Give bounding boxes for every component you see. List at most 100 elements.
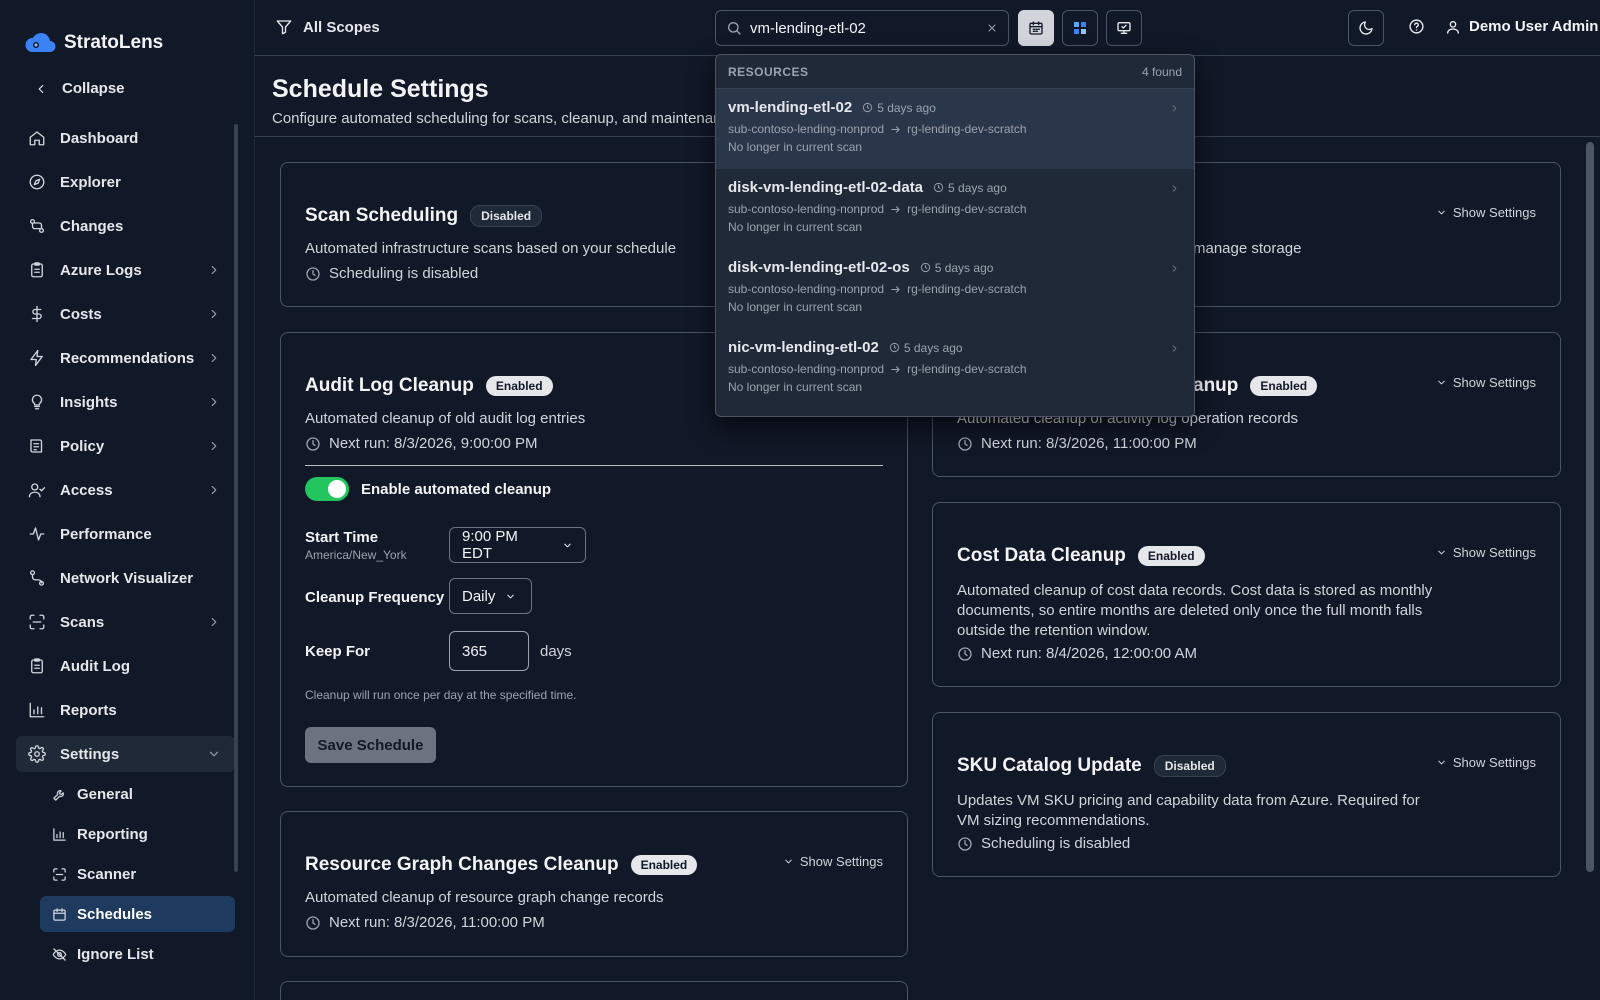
clear-search-icon[interactable]	[986, 22, 998, 34]
card-header: Audit Log Cleanup Enabled	[305, 375, 553, 397]
show-settings-button[interactable]: Show Settings	[1436, 545, 1536, 560]
result-age-text: 5 days ago	[903, 340, 963, 355]
next-run-text: Next run: 8/3/2026, 11:00:00 PM	[981, 435, 1197, 452]
sidebar-item-changes[interactable]: Changes	[16, 208, 235, 244]
sidebar-item-label: Performance	[60, 525, 152, 543]
show-settings-button[interactable]: Show Settings	[1436, 375, 1536, 390]
sidebar-scrollbar[interactable]	[234, 124, 238, 872]
sidebar-item-dashboard[interactable]: Dashboard	[16, 120, 235, 156]
result-name: disk-vm-lending-etl-02-data	[728, 179, 924, 196]
sidebar-item-access[interactable]: Access	[16, 472, 235, 508]
user-check-icon	[28, 483, 46, 498]
card-description: Automated infrastructure scans based on …	[305, 240, 677, 257]
scan-icon	[29, 614, 45, 630]
chevron-down-icon	[507, 594, 515, 598]
display-mode-button[interactable]	[1106, 10, 1142, 46]
theme-toggle-button[interactable]	[1348, 10, 1384, 46]
card-header: SKU Catalog Update Disabled	[957, 755, 1226, 777]
help-button[interactable]	[1408, 18, 1425, 35]
keep-for-label: Keep For	[305, 643, 371, 660]
calendar-icon	[1029, 21, 1043, 35]
azure-portal-button[interactable]	[1062, 10, 1098, 46]
sidebar-item-label: Costs	[60, 305, 102, 323]
sidebar-item-insights[interactable]: Insights	[16, 384, 235, 420]
clock-icon	[920, 262, 930, 273]
show-settings-label: Show Settings	[799, 854, 883, 869]
result-age-text: 5 days ago	[877, 100, 936, 115]
sidebar-item-settings[interactable]: Settings	[16, 736, 235, 772]
result-subscription: sub-contoso-lending-nonprod	[728, 122, 885, 136]
show-settings-button[interactable]: Show Settings	[1436, 755, 1536, 770]
chevron-right-icon	[211, 485, 217, 495]
sidebar-item-performance[interactable]: Performance	[16, 516, 235, 552]
result-name: nic-vm-lending-etl-02	[728, 339, 879, 356]
sidebar-subitem-label: Scanner	[77, 865, 137, 883]
next-run-text: Next run: 8/3/2026, 9:00:00 PM	[329, 435, 538, 452]
sidebar-item-label: Reports	[60, 701, 117, 719]
user-menu-button[interactable]: Demo User Admin	[1445, 18, 1598, 35]
result-subscription: sub-contoso-lending-nonprod	[728, 282, 885, 296]
sidebar-item-network-visualizer[interactable]: Network Visualizer	[16, 560, 235, 596]
calendar-view-button[interactable]	[1018, 10, 1054, 46]
sidebar-subitem-scanner[interactable]: Scanner	[40, 856, 235, 892]
card-description: Automated cleanup of resource graph chan…	[305, 889, 664, 906]
main-scrollbar[interactable]	[1586, 142, 1594, 872]
toggle-knob	[328, 480, 346, 498]
sidebar: StratoLens Collapse Dashboard Explorer C…	[0, 0, 255, 1000]
show-settings-button[interactable]: Show Settings	[783, 854, 883, 869]
card-title: Audit Log Cleanup	[305, 375, 474, 396]
result-path: sub-contoso-lending-nonprod rg-lending-d…	[728, 202, 1182, 216]
sidebar-subitem-general[interactable]: General	[40, 776, 235, 812]
scope-filter-button[interactable]: All Scopes	[275, 18, 380, 36]
sidebar-item-recommendations[interactable]: Recommendations	[16, 340, 235, 376]
route-icon	[29, 570, 45, 586]
enable-cleanup-label: Enable automated cleanup	[361, 480, 552, 498]
sidebar-subitem-ignore-list[interactable]: Ignore List	[40, 936, 235, 972]
start-time-select[interactable]: 9:00 PM EDT	[449, 527, 586, 563]
chevron-right-icon	[1172, 185, 1177, 192]
start-time-value: 9:00 PM EDT	[462, 528, 518, 562]
chevron-left-icon	[38, 84, 44, 93]
sidebar-item-reports[interactable]: Reports	[16, 692, 235, 728]
compass-icon	[29, 174, 45, 190]
sidebar-subitem-label: Ignore List	[77, 945, 154, 963]
next-schedule-card	[280, 981, 908, 1000]
page-subtitle: Configure automated scheduling for scans…	[272, 110, 777, 127]
sidebar-item-audit-log[interactable]: Audit Log	[16, 648, 235, 684]
sidebar-item-explorer[interactable]: Explorer	[16, 164, 235, 200]
brand[interactable]: StratoLens	[24, 30, 163, 56]
enable-cleanup-toggle[interactable]	[305, 477, 349, 501]
sidebar-subitem-reporting[interactable]: Reporting	[40, 816, 235, 852]
sidebar-item-label: Audit Log	[60, 657, 130, 675]
search-result-item[interactable]: disk-vm-lending-etl-02-data 5 days ago s…	[716, 169, 1194, 249]
next-run-text: Scheduling is disabled	[329, 265, 479, 282]
show-settings-button[interactable]: Show Settings	[1436, 205, 1536, 220]
enable-cleanup-row: Enable automated cleanup	[305, 477, 551, 501]
result-title-row: disk-vm-lending-etl-02-data 5 days ago	[728, 179, 1182, 196]
search-result-item[interactable]: nic-vm-lending-etl-02 5 days ago sub-con…	[716, 329, 1194, 409]
arrow-right-icon	[891, 205, 900, 213]
collapse-button[interactable]: Collapse	[34, 80, 125, 97]
show-settings-label: Show Settings	[1452, 545, 1536, 560]
clock-icon	[958, 646, 972, 661]
save-schedule-button[interactable]: Save Schedule	[305, 727, 436, 763]
sidebar-item-azure-logs[interactable]: Azure Logs	[16, 252, 235, 288]
keep-for-input[interactable]	[449, 631, 529, 671]
sidebar-item-policy[interactable]: Policy	[16, 428, 235, 464]
sidebar-subitem-schedules[interactable]: Schedules	[40, 896, 235, 932]
card-header: Scan Scheduling Disabled	[305, 205, 543, 227]
cleanup-frequency-select[interactable]: Daily	[449, 578, 532, 614]
search-result-item[interactable]: disk-vm-lending-etl-02-os 5 days ago sub…	[716, 249, 1194, 329]
status-badge: Enabled	[630, 855, 698, 875]
status-badge: Disabled	[1153, 755, 1226, 777]
search-result-item[interactable]: vm-lending-etl-02 5 days ago sub-contoso…	[716, 89, 1194, 169]
sidebar-item-costs[interactable]: Costs	[16, 296, 235, 332]
search-input[interactable]	[750, 19, 978, 37]
card-header: Resource Graph Changes Cleanup Enabled	[305, 854, 698, 876]
clock-icon	[933, 182, 944, 193]
next-run-text: Next run: 8/3/2026, 11:00:00 PM	[329, 914, 545, 931]
cleanup-frequency-label: Cleanup Frequency	[305, 589, 445, 606]
result-age: 5 days ago	[862, 101, 936, 115]
sidebar-item-scans[interactable]: Scans	[16, 604, 235, 640]
clock-icon	[863, 102, 873, 113]
